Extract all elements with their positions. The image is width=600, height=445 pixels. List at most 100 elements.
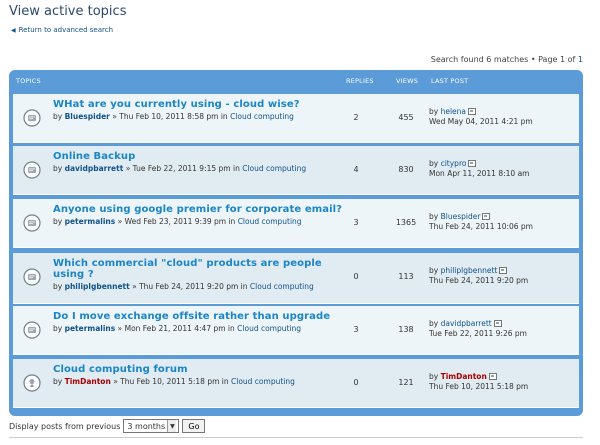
last-post-by: by <box>429 212 439 221</box>
topic-date: » Wed Feb 23, 2011 9:39 pm in <box>115 217 238 226</box>
topic-title-link[interactable]: Anyone using google premier for corporat… <box>53 204 342 215</box>
topic-read-icon <box>23 268 41 286</box>
return-to-advanced-search-link[interactable]: ◀ Return to advanced search <box>11 26 113 34</box>
topic-meta: by petermalins » Mon Feb 21, 2011 4:47 p… <box>53 324 301 333</box>
topic-meta: by davidpbarrett » Tue Feb 22, 2011 9:15… <box>53 164 306 173</box>
topic-date: » Tue Feb 22, 2011 9:15 pm in <box>123 164 243 173</box>
last-post-by: by <box>429 319 439 328</box>
last-post: by davidpbarrett Tue Feb 22, 2011 9:26 pm <box>429 319 527 339</box>
view-latest-post-icon[interactable] <box>482 213 491 220</box>
time-range-value: 3 months <box>127 421 166 431</box>
topic-row: Online Backup by davidpbarrett » Tue Feb … <box>13 146 579 195</box>
last-post-by: by <box>429 372 439 381</box>
replies-count: 3 <box>353 218 359 227</box>
last-post-author-link[interactable]: Bluespider <box>441 212 481 221</box>
header-topics: Topics <box>16 77 41 85</box>
header-last-post: Last post <box>431 77 469 85</box>
last-post-date: Wed May 04, 2011 4:21 pm <box>429 117 533 126</box>
by-label: by <box>53 164 63 173</box>
last-post-date: Thu Feb 10, 2011 5:18 pm <box>429 382 529 391</box>
replies-count: 0 <box>353 378 359 387</box>
search-count: Search found 6 matches • Page <box>430 55 561 64</box>
topic-read-icon <box>23 109 41 127</box>
topic-meta: by TimDanton » Thu Feb 10, 2011 5:18 pm … <box>53 377 295 386</box>
last-post: by TimDanton Thu Feb 10, 2011 5:18 pm <box>429 372 528 392</box>
forum-link[interactable]: Cloud computing <box>237 324 301 333</box>
view-latest-post-icon[interactable] <box>468 160 477 167</box>
by-label: by <box>53 217 63 226</box>
topic-title-link[interactable]: Which commercial "cloud" products are pe… <box>53 258 338 280</box>
topic-meta: by Bluespider » Thu Feb 10, 2011 8:58 pm… <box>53 112 294 121</box>
views-count: 138 <box>398 325 414 334</box>
topic-author-link[interactable]: davidpbarrett <box>65 164 124 173</box>
forum-link[interactable]: Cloud computing <box>231 377 295 386</box>
by-label: by <box>53 112 63 121</box>
last-post: by helena Wed May 04, 2011 4:21 pm <box>429 107 533 127</box>
views-count: 121 <box>398 378 414 387</box>
topic-title-link[interactable]: Cloud computing forum <box>53 364 188 375</box>
topic-author-link[interactable]: philiplgbennett <box>65 282 130 291</box>
forum-link[interactable]: Cloud computing <box>242 164 306 173</box>
topic-date: » Thu Feb 10, 2011 8:58 pm in <box>109 112 231 121</box>
last-post-by: by <box>429 107 439 116</box>
topic-meta: by petermalins » Wed Feb 23, 2011 9:39 p… <box>53 217 302 226</box>
views-count: 1365 <box>395 218 417 227</box>
header-views: Views <box>396 77 419 85</box>
time-range-select[interactable]: 3 months ▼ <box>123 419 180 433</box>
view-latest-post-icon[interactable] <box>493 320 502 327</box>
last-post-by: by <box>429 159 439 168</box>
last-post-date: Thu Feb 24, 2011 9:20 pm <box>429 276 529 285</box>
topic-meta: by philiplgbennett » Thu Feb 24, 2011 9:… <box>53 282 314 291</box>
last-post-author-link[interactable]: TimDanton <box>441 372 487 381</box>
last-post: by citypro Mon Apr 11, 2011 8:10 am <box>429 159 529 179</box>
topic-author-link[interactable]: petermalins <box>65 217 116 226</box>
view-latest-post-icon[interactable] <box>468 108 477 115</box>
by-label: by <box>53 377 63 386</box>
replies-count: 0 <box>353 272 359 281</box>
last-post-author-link[interactable]: philiplgbennett <box>441 266 498 275</box>
topics-table: Topics Replies Views Last post WHat are … <box>9 70 583 416</box>
last-post-author-link[interactable]: citypro <box>441 159 467 168</box>
view-latest-post-icon[interactable] <box>488 373 497 380</box>
forum-link[interactable]: Cloud computing <box>230 112 294 121</box>
topic-row: Which commercial "cloud" products are pe… <box>13 253 579 304</box>
go-button[interactable]: Go <box>182 419 206 433</box>
topic-title-link[interactable]: WHat are you currently using - cloud wis… <box>53 99 300 110</box>
topic-author-link[interactable]: petermalins <box>65 324 116 333</box>
topic-author-link[interactable]: Bluespider <box>65 112 110 121</box>
replies-count: 2 <box>353 113 359 122</box>
last-post-by: by <box>429 266 439 275</box>
topic-date: » Mon Feb 21, 2011 4:47 pm in <box>115 324 238 333</box>
views-count: 113 <box>398 272 414 281</box>
topic-title-link[interactable]: Online Backup <box>53 151 135 162</box>
display-posts-bar: Display posts from previous 3 months ▼ G… <box>9 419 206 433</box>
topic-read-icon <box>23 214 41 232</box>
by-label: by <box>53 324 63 333</box>
last-post-date: Thu Feb 24, 2011 10:06 pm <box>429 222 533 231</box>
total-pages[interactable]: 1 <box>578 55 583 64</box>
header-replies: Replies <box>346 77 374 85</box>
back-link-label: Return to advanced search <box>18 26 114 34</box>
last-post-date: Tue Feb 22, 2011 9:26 pm <box>429 329 527 338</box>
topic-date: » Thu Feb 24, 2011 9:20 pm in <box>129 282 250 291</box>
last-post-author-link[interactable]: davidpbarrett <box>441 319 492 328</box>
chevron-left-icon: ◀ <box>11 26 16 34</box>
replies-count: 4 <box>353 165 359 174</box>
replies-count: 3 <box>353 325 359 334</box>
announcement-icon <box>23 374 41 392</box>
topic-author-link[interactable]: TimDanton <box>65 377 111 386</box>
by-label: by <box>53 282 63 291</box>
topic-row: Anyone using google premier for corporat… <box>13 199 579 248</box>
divider <box>9 437 583 438</box>
forum-link[interactable]: Cloud computing <box>238 217 302 226</box>
last-post-author-link[interactable]: helena <box>441 107 466 116</box>
page-title: View active topics <box>9 4 127 19</box>
views-count: 455 <box>398 113 414 122</box>
table-header: Topics Replies Views Last post <box>13 70 579 93</box>
last-post-date: Mon Apr 11, 2011 8:10 am <box>429 169 530 178</box>
topic-row: WHat are you currently using - cloud wis… <box>13 94 579 143</box>
forum-link[interactable]: Cloud computing <box>250 282 314 291</box>
page-of: of <box>565 55 578 64</box>
view-latest-post-icon[interactable] <box>499 267 508 274</box>
topic-title-link[interactable]: Do I move exchange offsite rather than u… <box>53 311 330 322</box>
